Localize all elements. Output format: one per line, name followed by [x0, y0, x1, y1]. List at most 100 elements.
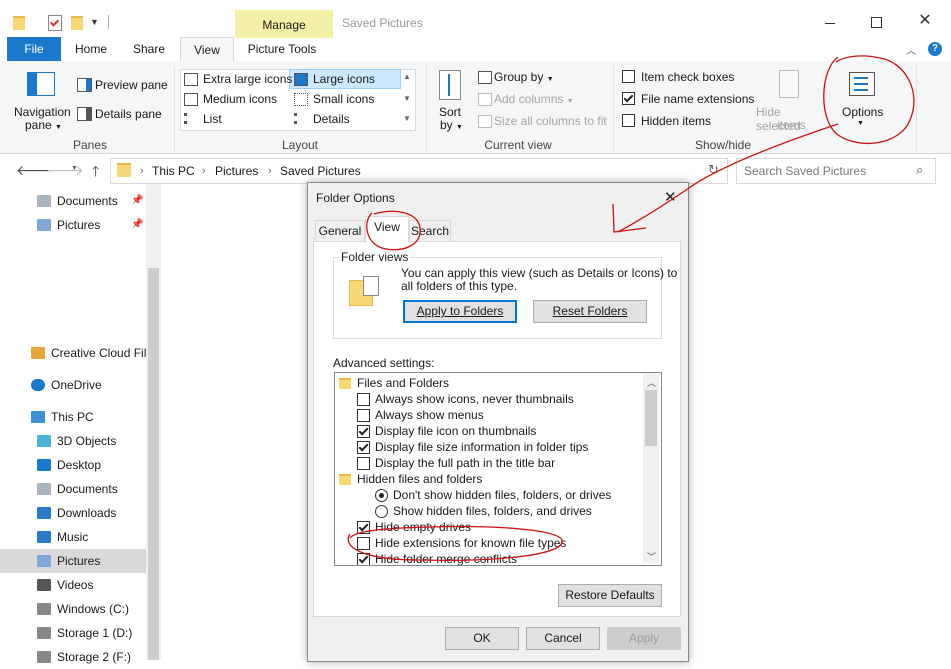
- breadcrumb-this-pc[interactable]: This PC: [152, 164, 195, 178]
- setting-checkbox[interactable]: [357, 393, 370, 406]
- setting-radio[interactable]: [375, 489, 388, 502]
- sidebar-item[interactable]: This PC: [0, 405, 146, 429]
- minimize-button[interactable]: [822, 14, 838, 30]
- sidebar-item[interactable]: Desktop: [0, 453, 146, 477]
- hide-selected-items-button[interactable]: Hide selected items: [752, 68, 828, 133]
- details-pane-button[interactable]: Details pane: [95, 107, 162, 121]
- sidebar-item[interactable]: Pictures 📌: [0, 213, 146, 237]
- ok-button[interactable]: OK: [445, 627, 519, 650]
- options-label: Options: [842, 105, 884, 119]
- sidebar-item[interactable]: Windows (C:): [0, 597, 146, 621]
- sidebar-item[interactable]: Music: [0, 525, 146, 549]
- sort-by-icon: [439, 70, 461, 100]
- tree-item-label: Always show icons, never thumbnails: [375, 392, 574, 406]
- hide-selected-icon: [779, 70, 799, 98]
- search-input[interactable]: Search Saved Pictures: [744, 164, 866, 178]
- layout-large-icons[interactable]: Large icons: [313, 72, 375, 86]
- sidebar-item[interactable]: Documents: [0, 477, 146, 501]
- tree-item-label: Hide empty drives: [375, 520, 472, 534]
- apply-to-folders-button[interactable]: Apply to Folders: [403, 300, 517, 323]
- search-icon[interactable]: ⌕: [916, 162, 923, 178]
- group-by-button[interactable]: Group by ▼: [494, 70, 554, 84]
- setting-checkbox[interactable]: [357, 425, 370, 438]
- tab-share[interactable]: Share: [128, 37, 170, 61]
- tree-scroll-up-icon[interactable]: ︿: [647, 376, 656, 389]
- tab-picture-tools[interactable]: Picture Tools: [240, 37, 324, 61]
- tab-home[interactable]: Home: [70, 37, 112, 61]
- tab-search[interactable]: Search: [409, 220, 451, 242]
- sidebar-item[interactable]: Storage 2 (F:): [0, 645, 146, 669]
- breadcrumb-saved-pictures[interactable]: Saved Pictures: [280, 164, 361, 178]
- folder-icon: [117, 163, 131, 177]
- tab-file[interactable]: File: [7, 37, 61, 61]
- tree-item-label: Hidden files and folders: [357, 472, 483, 486]
- tree-item-label: Display file size information in folder …: [375, 440, 589, 454]
- sidebar-item[interactable]: Creative Cloud Fil: [0, 341, 146, 365]
- pin-icon[interactable]: 📌: [131, 213, 143, 237]
- setting-checkbox[interactable]: [357, 409, 370, 422]
- navigation-pane-button[interactable]: Navigation pane ▼: [10, 68, 72, 132]
- sidebar-item[interactable]: Videos: [0, 573, 146, 597]
- layout-list[interactable]: List: [203, 112, 222, 126]
- add-columns-button[interactable]: Add columns ▼: [494, 92, 574, 106]
- sidebar-item-label: Desktop: [57, 458, 102, 472]
- sidebar-item[interactable]: Storage 1 (D:): [0, 621, 146, 645]
- setting-checkbox[interactable]: [357, 553, 370, 565]
- cancel-button[interactable]: Cancel: [526, 627, 600, 650]
- new-folder-icon[interactable]: [71, 16, 83, 30]
- close-button[interactable]: ✕: [916, 12, 934, 30]
- breadcrumb-pictures[interactable]: Pictures: [215, 164, 258, 178]
- sidebar-item[interactable]: Pictures: [0, 549, 146, 573]
- sort-by-button[interactable]: Sort by ▼: [433, 68, 469, 132]
- advanced-settings-tree[interactable]: Files and Folders Always show icons, neve…: [334, 372, 662, 566]
- setting-checkbox[interactable]: [357, 457, 370, 470]
- tree-scroll-down-icon[interactable]: ﹀: [647, 550, 656, 563]
- setting-checkbox[interactable]: [357, 521, 370, 534]
- size-all-columns-button[interactable]: Size all columns to fit: [494, 114, 607, 128]
- pin-icon[interactable]: 📌: [131, 189, 143, 213]
- sidebar-item[interactable]: Downloads: [0, 501, 146, 525]
- tab-view[interactable]: View: [180, 37, 234, 63]
- layout-extra-large-icons[interactable]: Extra large icons: [203, 72, 292, 86]
- hidden-items-checkbox[interactable]: [622, 114, 635, 127]
- customize-quick-access-icon[interactable]: ▼: [90, 16, 100, 28]
- restore-defaults-button[interactable]: Restore Defaults: [558, 584, 662, 607]
- layout-medium-icons[interactable]: Medium icons: [203, 92, 277, 106]
- apply-button[interactable]: Apply: [607, 627, 681, 650]
- list-icon: [184, 113, 199, 124]
- large-icons-icon: [294, 73, 308, 86]
- item-checkboxes-checkbox[interactable]: [622, 70, 635, 83]
- setting-checkbox[interactable]: [357, 441, 370, 454]
- preview-pane-button[interactable]: Preview pane: [95, 78, 168, 92]
- restore-defaults-label: Restore Defaults: [565, 588, 655, 602]
- layout-small-icons[interactable]: Small icons: [313, 92, 374, 106]
- sidebar-item[interactable]: Documents 📌: [0, 189, 146, 213]
- gallery-scroll-down-icon[interactable]: ▼: [403, 94, 411, 103]
- properties-icon[interactable]: [48, 15, 62, 31]
- setting-checkbox[interactable]: [357, 537, 370, 550]
- dialog-close-button[interactable]: ✕: [664, 188, 677, 206]
- layout-details[interactable]: Details: [313, 112, 350, 126]
- sidebar-item[interactable]: OneDrive: [0, 373, 146, 397]
- recent-locations-icon[interactable]: ▼: [71, 165, 78, 172]
- drive-icon: [37, 603, 51, 615]
- sidebar-item[interactable]: 3D Objects: [0, 429, 146, 453]
- collapse-ribbon-icon[interactable]: ︿: [906, 42, 916, 57]
- tab-general[interactable]: General: [315, 220, 365, 242]
- tree-item-label: Hide folder merge conflicts: [375, 552, 518, 566]
- gallery-more-icon[interactable]: ▼: [403, 114, 411, 123]
- gallery-scroll-up-icon[interactable]: ▲: [403, 72, 411, 81]
- setting-radio[interactable]: [375, 505, 388, 518]
- options-button[interactable]: Options ▼: [836, 68, 888, 130]
- tree-scroll-thumb[interactable]: [645, 390, 657, 446]
- help-icon[interactable]: ?: [928, 42, 942, 56]
- nav-scroll-thumb[interactable]: [148, 268, 159, 660]
- manage-tab[interactable]: Manage: [235, 10, 333, 38]
- tab-view-dialog[interactable]: View: [365, 216, 409, 243]
- file-name-extensions-checkbox[interactable]: [622, 92, 635, 105]
- reset-folders-button[interactable]: Reset Folders: [533, 300, 647, 323]
- maximize-button[interactable]: [868, 14, 884, 30]
- up-button[interactable]: 🡑: [92, 161, 99, 185]
- sidebar-item-label: Creative Cloud Fil: [51, 346, 146, 360]
- refresh-icon[interactable]: ↻: [708, 162, 719, 178]
